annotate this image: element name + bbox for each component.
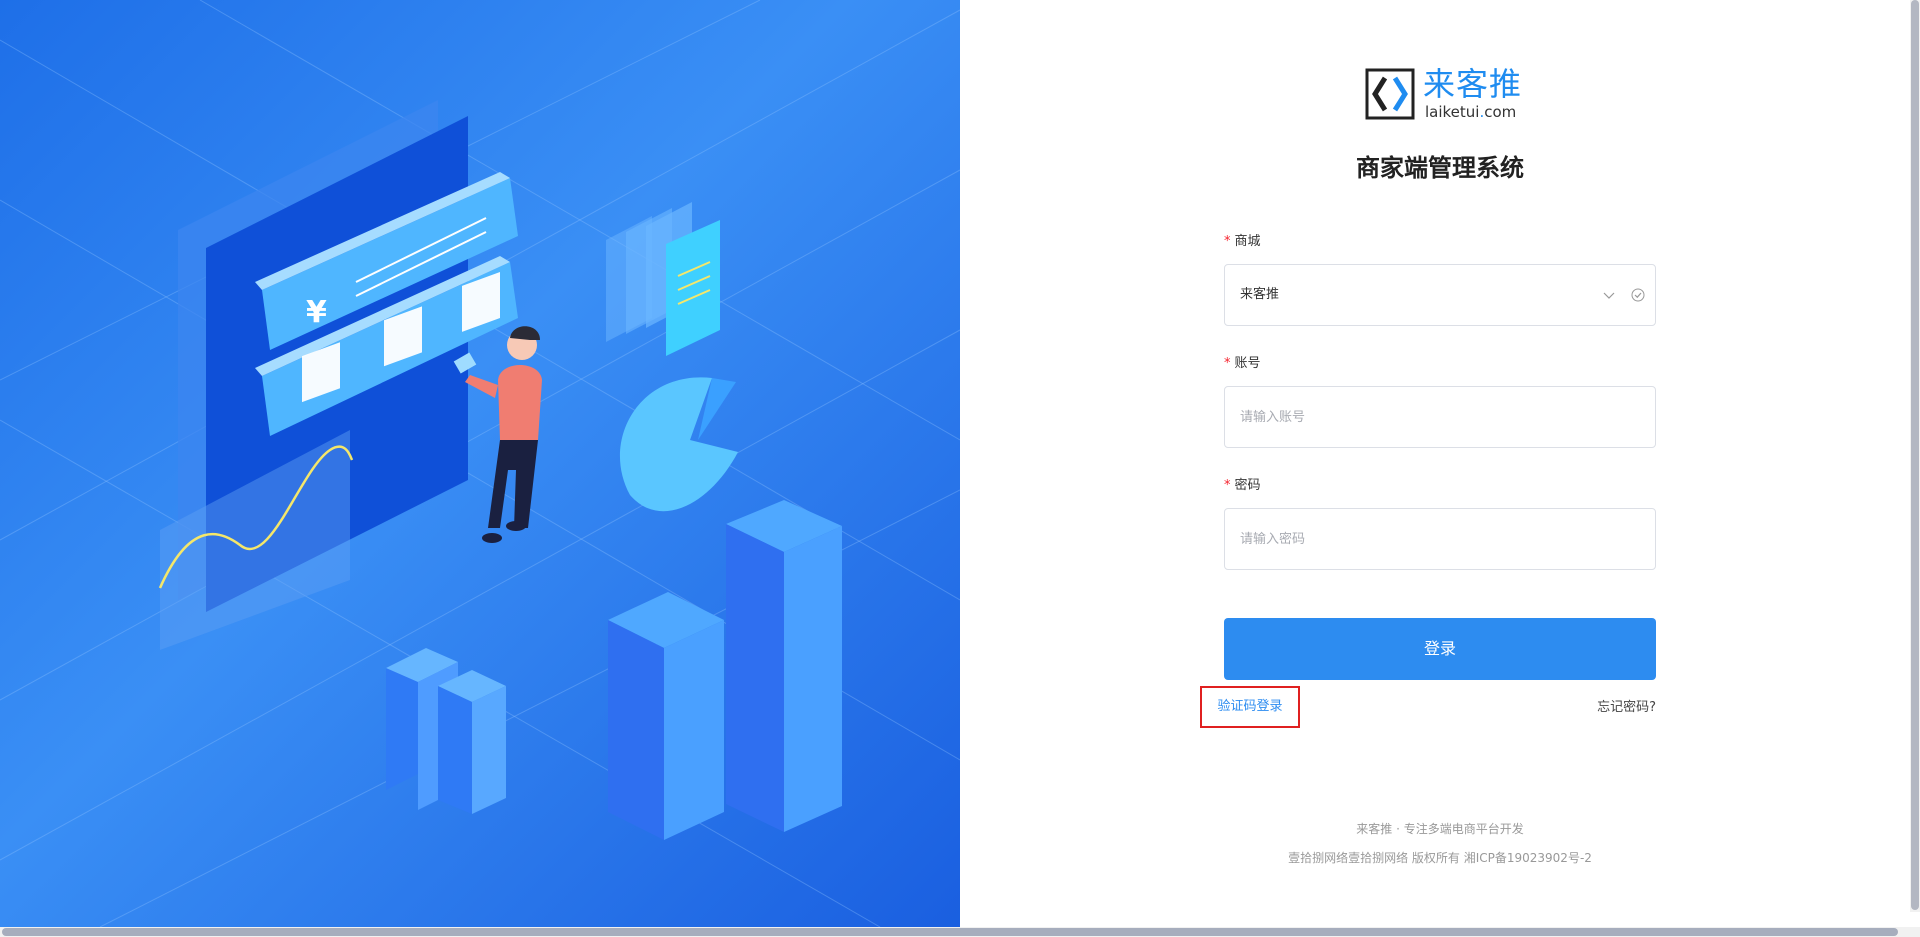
sms-login-link[interactable]: 验证码登录 [1200,686,1300,728]
login-form: *商城 来客推 *账号 *密码 登录 验证码登录 忘记密码? [1200,232,1656,728]
footer-copyright: 壹拾捌网络壹拾捌网络 版权所有 湘ICP备19023902号-2 [1288,851,1592,865]
logo-mark-icon [1365,68,1415,120]
footer-slogan: 来客推 · 专注多端电商平台开发 [1356,822,1524,836]
check-circle-icon [1631,288,1645,302]
password-input[interactable] [1240,509,1600,569]
brand-logo: 来客推 laiketui.com [1365,65,1525,122]
domain-suffix: com [1484,103,1517,121]
required-mark: * [1224,356,1231,371]
required-mark: * [1224,234,1231,249]
password-field-box [1224,508,1656,570]
horizontal-scrollbar-thumb[interactable] [2,928,1898,936]
account-label-text: 账号 [1234,356,1261,371]
mall-select-value: 来客推 [1240,287,1280,302]
account-input[interactable] [1240,387,1600,447]
account-label: * 账号 [1224,354,1656,374]
account-field-box [1224,386,1656,448]
illustration-panel: ¥ [0,0,960,927]
domain-prefix: laiketui [1425,103,1480,121]
vertical-scrollbar-thumb[interactable] [1911,0,1919,910]
yuan-symbol: ¥ [306,295,327,330]
mall-label-text: 商城 [1234,234,1261,249]
login-button[interactable]: 登录 [1224,618,1656,680]
page-title: 商家端管理系统 [1356,154,1524,182]
password-label: * 密码 [1224,476,1656,496]
brand-domain: laiketui.com [1425,104,1516,120]
brand-name: 来客推 [1423,65,1523,103]
mall-label: * 商城 [1224,232,1656,252]
mall-select[interactable]: 来客推 [1224,264,1656,326]
data-analytics-illustration: ¥ [0,0,960,927]
chevron-down-icon [1603,292,1615,299]
required-mark: * [1224,478,1231,493]
forgot-password-link[interactable]: 忘记密码? [1597,698,1656,718]
password-label-text: 密码 [1234,478,1261,493]
login-panel: 来客推 laiketui.com 商家端管理系统 *商城 来客推 *账号 *密码… [960,0,1910,927]
